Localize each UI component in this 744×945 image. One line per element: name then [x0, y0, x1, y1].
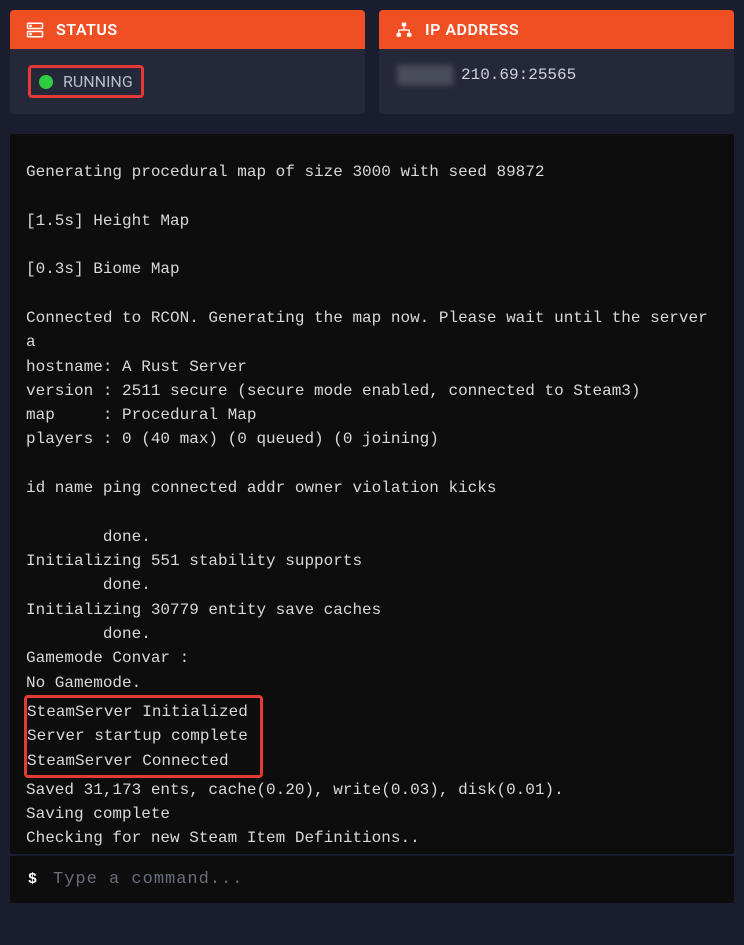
- prompt-symbol: $: [28, 871, 37, 888]
- server-icon: [26, 21, 44, 39]
- status-card-body: RUNNING: [10, 49, 365, 114]
- command-input-row: $: [10, 856, 734, 903]
- ip-card-title: IP ADDRESS: [425, 20, 519, 39]
- ip-card: IP ADDRESS 210.69:25565: [379, 10, 734, 114]
- ip-card-header: IP ADDRESS: [379, 10, 734, 49]
- console-output: Generating procedural map of size 3000 w…: [10, 134, 734, 854]
- status-indicator-icon: [39, 75, 53, 89]
- status-badge: RUNNING: [28, 65, 144, 98]
- ip-blurred-portion: [397, 65, 453, 85]
- status-card: STATUS RUNNING: [10, 10, 365, 114]
- console-lines-highlighted: SteamServer Initialized Server startup c…: [27, 703, 248, 770]
- command-input[interactable]: [53, 870, 716, 889]
- status-card-header: STATUS: [10, 10, 365, 49]
- network-icon: [395, 21, 413, 39]
- status-value: RUNNING: [63, 72, 133, 91]
- status-card-title: STATUS: [56, 20, 118, 39]
- ip-value: 210.69:25565: [461, 66, 576, 84]
- console-highlight-box: SteamServer Initialized Server startup c…: [24, 695, 263, 778]
- ip-card-body: 210.69:25565: [379, 49, 734, 101]
- console-lines-before: Generating procedural map of size 3000 w…: [26, 163, 717, 692]
- console-lines-after: Saved 31,173 ents, cache(0.20), write(0.…: [26, 781, 564, 848]
